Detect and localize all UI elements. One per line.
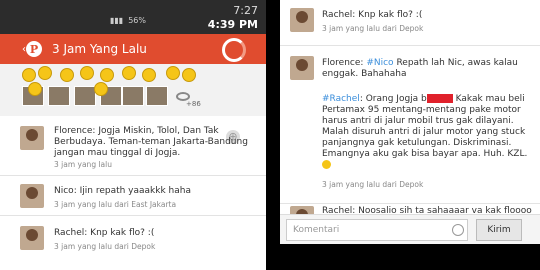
comment-text: Florence: #Nico Repath lah Nic, awas kal… xyxy=(322,58,518,79)
user-thumb[interactable] xyxy=(48,86,70,106)
battery-label: 56% xyxy=(128,16,146,25)
list-item[interactable]: Florence: #Nico Repath lah Nic, awas kal… xyxy=(280,46,540,204)
nav-bar xyxy=(280,244,540,270)
app-bar: ‹ P 3 Jam Yang Lalu xyxy=(0,34,266,64)
page-title: 3 Jam Yang Lalu xyxy=(52,42,147,56)
right-phone-screen: Rachel: Knp kak flo? :( 3 jam yang lalu … xyxy=(280,0,540,270)
emoji-face-icon xyxy=(38,66,52,80)
status-icons: ▮▮▮ 56% xyxy=(110,16,146,25)
user-thumb[interactable] xyxy=(74,86,96,106)
emoji-face-icon xyxy=(94,82,108,96)
emoji-face-icon xyxy=(28,82,42,96)
send-button[interactable]: Kirim xyxy=(476,219,522,241)
emoji-face-icon xyxy=(142,68,156,82)
list-item[interactable]: Nico: Ijin repath yaaakkk haha 3 jam yan… xyxy=(0,176,266,216)
emoji-face-icon xyxy=(182,68,196,82)
comment-meta: 3 jam yang lalu xyxy=(54,160,112,169)
comment-text: Rachel: Knp kak flo? :( xyxy=(322,10,423,20)
avatar[interactable] xyxy=(20,226,44,250)
emoji-face-icon xyxy=(60,68,74,82)
user-thumb[interactable] xyxy=(146,86,168,106)
emoji-face-icon xyxy=(166,66,180,80)
comment-text: Nico: Ijin repath yaaakkk haha xyxy=(54,186,191,196)
avatar[interactable] xyxy=(20,126,44,150)
comment-bar: Komentari Kirim xyxy=(280,214,540,244)
emoji-face-icon xyxy=(122,66,136,80)
comment-input[interactable]: Komentari xyxy=(286,219,468,241)
status-time: 7:27 xyxy=(233,4,258,17)
comment-text: Florence: Jogja Miskin, Tolol, Dan Tak B… xyxy=(54,126,248,158)
status-bar: 7:27 ▮▮▮ 56% 4:39 PM xyxy=(0,0,266,34)
comment-meta: 3 jam yang lalu dari Depok xyxy=(322,24,424,33)
user-thumb[interactable] xyxy=(122,86,144,106)
censor-block xyxy=(426,94,453,103)
comment-meta: 3 jam yang lalu dari East Jakarta xyxy=(54,200,177,209)
emoji-face-icon xyxy=(80,66,94,80)
likes-panel: ⊕ xyxy=(0,64,266,144)
list-item[interactable]: Rachel: Knp kak flo? :( 3 jam yang lalu … xyxy=(280,0,540,46)
list-item[interactable]: Florence: Jogja Miskin, Tolol, Dan Tak B… xyxy=(0,118,266,176)
status-clock: 4:39 PM xyxy=(207,18,258,31)
avatar[interactable] xyxy=(290,8,314,32)
loading-spinner-icon xyxy=(222,38,246,62)
comment-text: Rachel: Knp kak flo? :( xyxy=(54,228,155,238)
comment-meta: 3 jam yang lalu dari Depok xyxy=(322,180,424,189)
app-logo[interactable]: P xyxy=(26,41,42,57)
signal-icon: ▮▮▮ xyxy=(110,16,124,25)
avatar[interactable] xyxy=(290,56,314,80)
smiley-icon[interactable] xyxy=(452,224,464,236)
list-item[interactable]: Rachel: Knp kak flo? :( 3 jam yang lalu … xyxy=(0,216,266,270)
emoji-face-icon xyxy=(22,68,36,82)
emoji-face-icon xyxy=(100,68,114,82)
left-phone-screen: 7:27 ▮▮▮ 56% 4:39 PM ‹ P 3 Jam Yang Lalu… xyxy=(0,0,266,270)
smile-emoji-icon xyxy=(322,160,331,169)
likes-extra-count: +86 xyxy=(186,100,201,108)
comment-meta: 3 jam yang lalu dari Depok xyxy=(54,242,156,251)
comment-text: #Rachel: Orang Jogja b Kakak mau beli Pe… xyxy=(322,94,534,171)
avatar[interactable] xyxy=(20,184,44,208)
